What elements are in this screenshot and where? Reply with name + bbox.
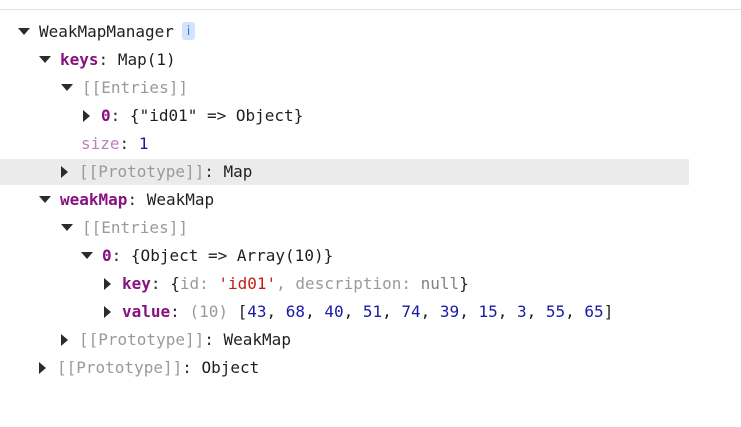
internal-slot-label: [[Entries]] <box>82 78 188 97</box>
description-value-null: null <box>420 274 460 293</box>
internal-slot-label: [[Prototype]] <box>79 330 205 349</box>
bracket-close: ] <box>603 302 614 321</box>
property-value: Map(1) <box>117 50 176 69</box>
colon: : <box>119 134 130 153</box>
array-item: 68 <box>285 302 306 321</box>
tree-row-keys[interactable]: keys: Map(1) <box>0 47 741 73</box>
bracket-open: [ <box>237 302 248 321</box>
property-key: keys <box>60 50 99 69</box>
expand-triangle-right-icon[interactable] <box>83 109 90 122</box>
expand-triangle-down-icon[interactable] <box>81 252 93 259</box>
entry-index: 0 <box>101 106 111 125</box>
entry-index: 0 <box>102 246 112 265</box>
colon: : <box>170 302 180 321</box>
map-arrow: => <box>197 106 236 125</box>
colon: : <box>182 358 192 377</box>
colon: : <box>199 274 219 293</box>
comma: , <box>276 274 296 293</box>
expand-triangle-right-icon[interactable] <box>39 361 46 374</box>
expand-triangle-down-icon[interactable] <box>18 28 30 35</box>
prototype-value: WeakMap <box>223 330 291 349</box>
array-comma: , <box>459 302 479 321</box>
colon: : <box>98 50 109 69</box>
brace-close: } <box>293 106 304 125</box>
id-value-string: 'id01' <box>218 274 277 293</box>
tree-row-weakmap-entry-0[interactable]: 0: {Object => Array(10)} <box>0 243 741 269</box>
array-comma: , <box>565 302 585 321</box>
colon: : <box>111 246 122 265</box>
description-key: description <box>295 274 402 293</box>
array-item: 74 <box>401 302 421 321</box>
tree-row-root-prototype[interactable]: [[Prototype]]: Object <box>0 355 741 381</box>
array-item: 39 <box>439 302 460 321</box>
tree-row-keys-entry-0[interactable]: 0: {"id01" => Object} <box>0 103 741 129</box>
tree-row-keys-prototype[interactable]: [[Prototype]]: Map <box>0 159 689 185</box>
tree-row-root[interactable]: WeakMapManager i <box>0 19 741 45</box>
array-length: (10) <box>189 302 228 321</box>
array-item: 3 <box>516 302 527 321</box>
colon: : <box>150 274 161 293</box>
property-value: WeakMap <box>146 190 215 209</box>
entry-key-string: "id01" <box>139 106 198 125</box>
colon: : <box>204 162 214 181</box>
array-comma: , <box>420 302 440 321</box>
expand-triangle-right-icon[interactable] <box>61 165 68 178</box>
expand-triangle-down-icon[interactable] <box>39 196 51 203</box>
brace-open: { <box>170 274 180 293</box>
root-label: WeakMapManager <box>39 22 174 41</box>
tree-row-weakmap-prototype[interactable]: [[Prototype]]: WeakMap <box>0 327 741 353</box>
info-icon[interactable]: i <box>181 21 196 40</box>
property-key: weakMap <box>60 190 128 209</box>
expand-triangle-right-icon[interactable] <box>104 305 111 318</box>
colon: : <box>401 274 421 293</box>
array-comma: , <box>343 302 363 321</box>
tree-row-weakmap[interactable]: weakMap: WeakMap <box>0 187 741 213</box>
brace-open: { <box>129 106 140 125</box>
console-top-divider <box>0 9 741 10</box>
array-comma: , <box>497 302 517 321</box>
array-comma: , <box>305 302 325 321</box>
internal-slot-label: [[Prototype]] <box>79 162 205 181</box>
entry-value-type: Object <box>235 106 294 125</box>
entry-summary: {Object => Array(10)} <box>130 246 334 265</box>
array-values: 43, 68, 40, 51, 74, 39, 15, 3, 55, 65 <box>247 302 603 321</box>
internal-slot-label: [[Prototype]] <box>57 358 183 377</box>
expand-triangle-right-icon[interactable] <box>104 277 111 290</box>
array-comma: , <box>266 302 286 321</box>
expand-triangle-down-icon[interactable] <box>61 84 73 91</box>
array-item: 15 <box>478 302 498 321</box>
internal-slot-label: [[Entries]] <box>82 218 188 237</box>
property-key: size <box>81 134 120 153</box>
array-item: 43 <box>247 302 267 321</box>
tree-row-weakmap-entries[interactable]: [[Entries]] <box>0 215 741 241</box>
array-comma: , <box>526 302 546 321</box>
prototype-value: Object <box>201 358 260 377</box>
colon: : <box>204 330 214 349</box>
property-key: key <box>122 274 151 293</box>
tree-row-entry-key[interactable]: key: {id: 'id01', description: null} <box>0 271 741 297</box>
tree-row-entry-value[interactable]: value: (10) [43, 68, 40, 51, 74, 39, 15,… <box>0 299 741 325</box>
expand-triangle-down-icon[interactable] <box>39 56 51 63</box>
id-key: id <box>179 274 200 293</box>
colon: : <box>127 190 138 209</box>
brace-close: } <box>459 274 469 293</box>
colon: : <box>110 106 121 125</box>
size-value: 1 <box>138 134 149 153</box>
array-item: 65 <box>584 302 604 321</box>
array-comma: , <box>382 302 402 321</box>
tree-row-keys-entries[interactable]: [[Entries]] <box>0 75 741 101</box>
expand-triangle-down-icon[interactable] <box>61 224 73 231</box>
array-item: 40 <box>324 302 344 321</box>
prototype-value: Map <box>223 162 253 181</box>
array-item: 55 <box>545 302 566 321</box>
tree-row-keys-size: size: 1 <box>0 131 741 157</box>
expand-triangle-right-icon[interactable] <box>61 333 68 346</box>
array-item: 51 <box>362 302 383 321</box>
property-key: value <box>122 302 171 321</box>
